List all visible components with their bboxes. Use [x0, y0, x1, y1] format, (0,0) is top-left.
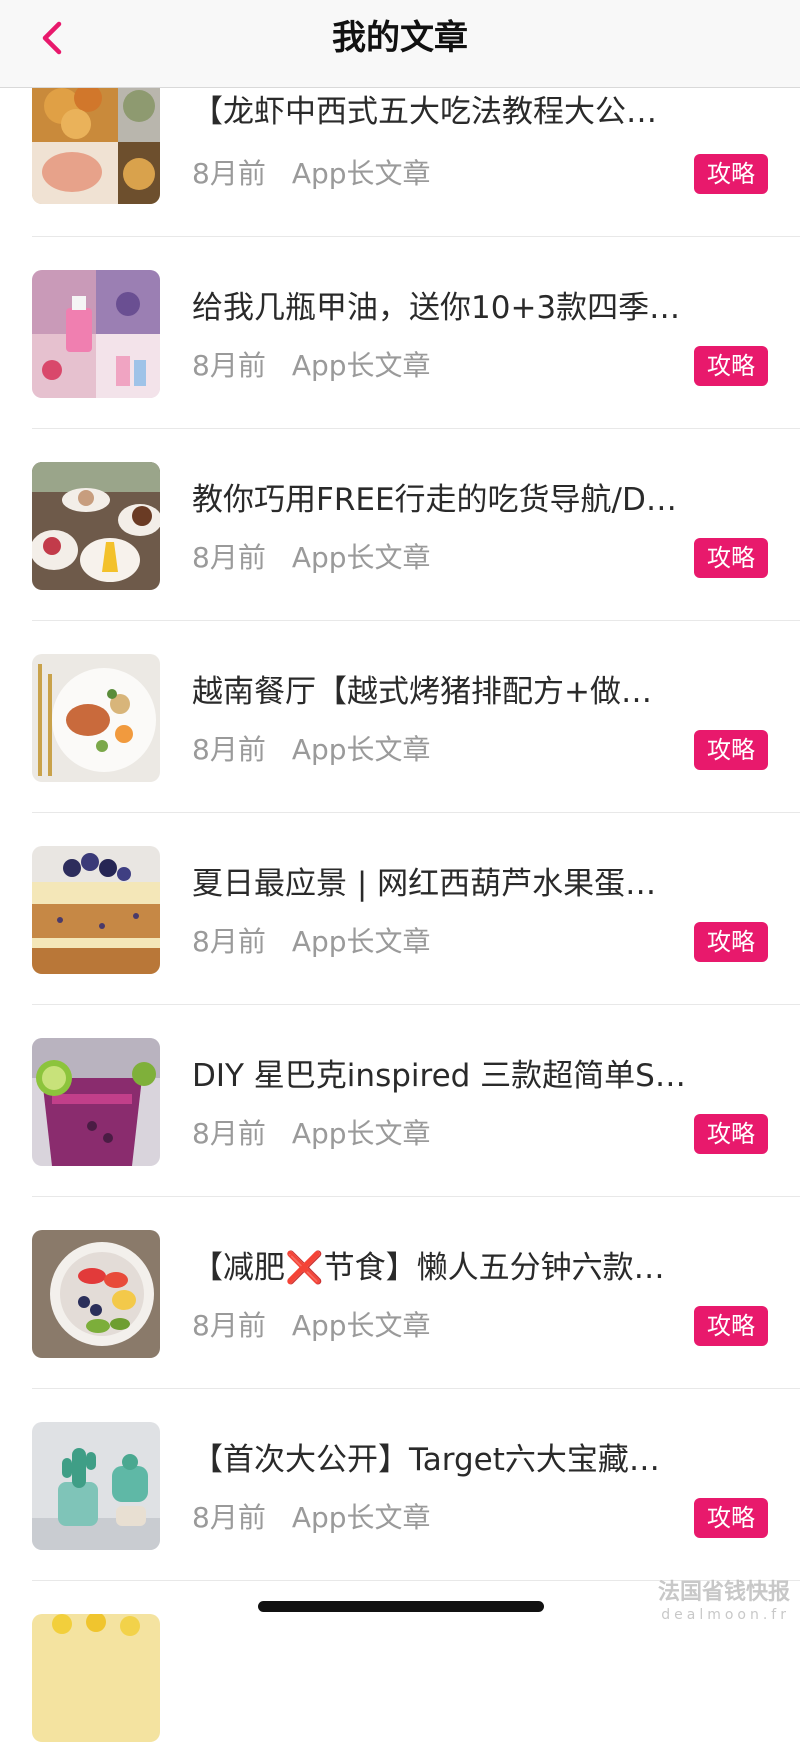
article-title: 夏日最应景 | 网红西葫芦水果蛋…: [192, 866, 657, 902]
home-indicator[interactable]: [258, 1601, 544, 1612]
watermark-title: 法国省钱快报: [657, 1580, 790, 1605]
article-title: 越南餐厅【越式烤猪排配方+做…: [192, 674, 652, 710]
article-meta: 8月前 App长文章: [192, 924, 431, 960]
dessert-plates-thumbnail: [32, 462, 160, 590]
article-source: App长文章: [291, 1309, 431, 1342]
article-meta: 8月前 App长文章: [192, 540, 431, 576]
article-title: 【首次大公开】Target六大宝藏…: [192, 1442, 660, 1478]
list-item[interactable]: 教你巧用FREE行走的吃货导航/D… 8月前 App长文章 攻略: [0, 428, 800, 620]
fruit-bowl-thumbnail: [32, 1230, 160, 1358]
nav-bar: 我的文章: [0, 0, 800, 88]
list-item[interactable]: 【首次大公开】Target六大宝藏… 8月前 App长文章 攻略: [0, 1388, 800, 1580]
article-meta: 8月前 App长文章: [192, 348, 431, 384]
article-meta: 8月前 App长文章: [192, 1500, 431, 1536]
food-platter-thumbnail: [32, 76, 160, 204]
tag-badge[interactable]: 攻略: [694, 730, 768, 770]
article-time: 8月前: [192, 157, 266, 190]
tag-badge[interactable]: 攻略: [694, 154, 768, 194]
article-title: 【龙虾中西式五大吃法教程大公…: [192, 94, 657, 130]
article-source: App长文章: [291, 1501, 431, 1534]
article-time: 8月前: [192, 349, 266, 382]
article-time: 8月前: [192, 733, 266, 766]
article-title: DIY 星巴克inspired 三款超简单S…: [192, 1058, 686, 1094]
article-time: 8月前: [192, 1501, 266, 1534]
vietnamese-dish-thumbnail: [32, 654, 160, 782]
tag-badge[interactable]: 攻略: [694, 538, 768, 578]
article-time: 8月前: [192, 1309, 266, 1342]
page-title: 我的文章: [332, 18, 468, 58]
article-source: App长文章: [291, 541, 431, 574]
article-source: App长文章: [291, 925, 431, 958]
article-source: App长文章: [291, 349, 431, 382]
article-time: 8月前: [192, 541, 266, 574]
article-title: 【减肥❌节食】懒人五分钟六款…: [192, 1250, 665, 1286]
zucchini-cake-thumbnail: [32, 846, 160, 974]
article-source: App长文章: [291, 157, 431, 190]
tag-badge[interactable]: 攻略: [694, 1498, 768, 1538]
tag-badge[interactable]: 攻略: [694, 1114, 768, 1154]
article-title: 教你巧用FREE行走的吃货导航/D…: [192, 482, 677, 518]
cactus-decor-thumbnail: [32, 1422, 160, 1550]
list-item[interactable]: DIY 星巴克inspired 三款超简单S… 8月前 App长文章 攻略: [0, 1004, 800, 1196]
article-source: App长文章: [291, 1117, 431, 1150]
article-meta: 8月前 App长文章: [192, 1116, 431, 1152]
tag-badge[interactable]: 攻略: [694, 1306, 768, 1346]
list-item[interactable]: 【减肥❌节食】懒人五分钟六款… 8月前 App长文章 攻略: [0, 1196, 800, 1388]
watermark: 法国省钱快报 dealmoon.fr: [658, 1580, 790, 1624]
tag-badge[interactable]: 攻略: [694, 922, 768, 962]
article-title: 给我几瓶甲油，送你10+3款四季…: [192, 290, 681, 326]
article-meta: 8月前 App长文章: [192, 732, 431, 768]
list-item[interactable]: 给我几瓶甲油，送你10+3款四季… 8月前 App长文章 攻略: [0, 236, 800, 428]
article-time: 8月前: [192, 925, 266, 958]
watermark-url: dealmoon.fr: [661, 1607, 790, 1623]
list-item[interactable]: 夏日最应景 | 网红西葫芦水果蛋… 8月前 App长文章 攻略: [0, 812, 800, 1004]
berry-drink-thumbnail: [32, 1038, 160, 1166]
article-meta: 8月前 App长文章: [192, 1308, 431, 1344]
article-time: 8月前: [192, 1117, 266, 1150]
tag-badge[interactable]: 攻略: [694, 346, 768, 386]
nail-polish-thumbnail: [32, 270, 160, 398]
next-item-thumbnail: [32, 1614, 160, 1742]
list-item[interactable]: 越南餐厅【越式烤猪排配方+做… 8月前 App长文章 攻略: [0, 620, 800, 812]
article-meta: 8月前 App长文章: [192, 156, 431, 192]
article-source: App长文章: [291, 733, 431, 766]
